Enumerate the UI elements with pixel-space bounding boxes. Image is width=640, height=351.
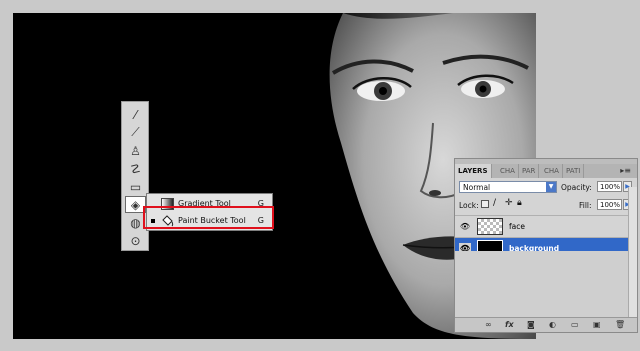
eye-icon[interactable]: 👁︎ <box>459 221 471 233</box>
lock-label: Lock: <box>459 201 479 210</box>
layer-row-face[interactable]: 👁︎ face <box>455 215 637 238</box>
layer-name: face <box>509 222 525 231</box>
panel-menu-icon[interactable]: ▸≡ <box>620 166 631 175</box>
layer-thumbnail <box>477 218 503 235</box>
lock-transparency-icon[interactable] <box>481 200 489 208</box>
adjustment-icon[interactable]: ◐ <box>549 320 556 329</box>
new-layer-icon[interactable]: ▣ <box>593 320 601 329</box>
lock-position-icon[interactable]: ✛ <box>505 198 513 208</box>
fill-field[interactable]: 100% <box>597 199 622 210</box>
lock-row: Lock: ∕ ✛ 🔒︎ Fill: 100% ▶ <box>455 197 637 213</box>
mask-icon[interactable]: ◙ <box>527 320 535 329</box>
blend-row: Normal ▼ Opacity: 100% ▶ <box>455 179 637 195</box>
chevron-down-icon: ▼ <box>546 182 556 192</box>
highlight-box <box>143 206 274 229</box>
history-brush-icon[interactable]: ☡ <box>125 160 146 177</box>
group-icon[interactable]: ▭ <box>571 320 579 329</box>
brush-icon[interactable]: ⟋ <box>125 124 146 141</box>
tab-layers[interactable]: LAYERS <box>455 164 492 178</box>
layers-scrollbar[interactable] <box>628 187 637 317</box>
blend-mode-select[interactable]: Normal ▼ <box>459 181 557 193</box>
fx-icon[interactable]: fx <box>505 320 514 329</box>
layers-panel: LAYERS CHA PAR CHA PATI ▸≡ Normal ▼ Opac… <box>454 158 638 333</box>
fill-label: Fill: <box>579 201 592 210</box>
eraser-icon[interactable]: ▭ <box>125 178 146 195</box>
tab-channels[interactable]: CHA <box>497 164 519 178</box>
eyedropper-icon[interactable]: ⁄ <box>125 106 146 123</box>
layers-list-empty-area <box>455 251 637 317</box>
opacity-label: Opacity: <box>561 183 592 192</box>
tab-paragraph[interactable]: PAR <box>519 164 540 178</box>
blend-mode-value: Normal <box>463 183 491 192</box>
stamp-icon[interactable]: ♙ <box>125 142 146 159</box>
panel-bottom-bar: ∞ fx ◙ ◐ ▭ ▣ 🗑︎ <box>455 317 637 332</box>
link-icon[interactable]: ∞ <box>485 320 492 329</box>
tab-character[interactable]: CHA <box>541 164 563 178</box>
trash-icon[interactable]: 🗑︎ <box>615 320 625 329</box>
opacity-field[interactable]: 100% <box>597 181 622 192</box>
dodge-icon[interactable]: ⊙ <box>125 232 146 249</box>
tab-paths[interactable]: PATI <box>563 164 585 178</box>
panel-tabs: LAYERS CHA PAR CHA PATI ▸≡ <box>455 164 637 178</box>
lock-pixels-icon[interactable]: ∕ <box>493 198 496 208</box>
lock-all-icon[interactable]: 🔒︎ <box>517 198 522 208</box>
